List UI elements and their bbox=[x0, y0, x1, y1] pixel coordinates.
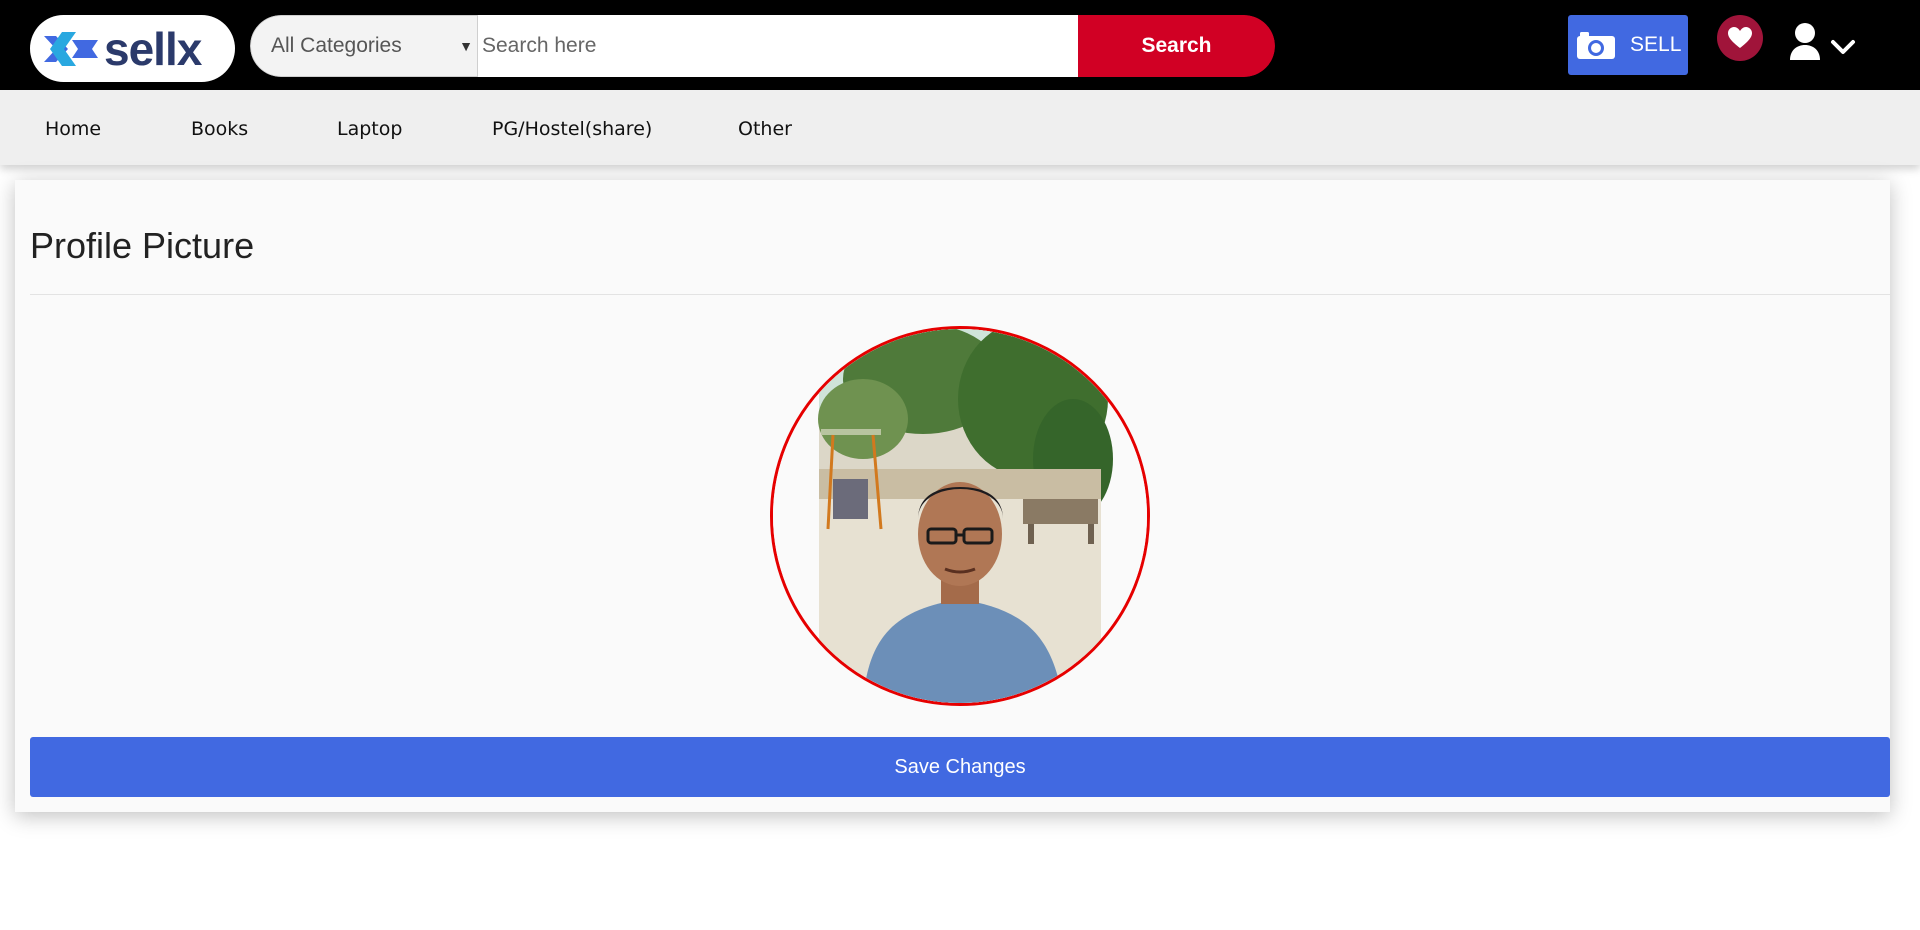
profile-avatar[interactable] bbox=[770, 326, 1150, 706]
search-bar: All Categories ▼ Search bbox=[250, 15, 1275, 77]
nav-item-home[interactable]: Home bbox=[45, 118, 101, 140]
category-select[interactable]: All Categories ▼ bbox=[250, 15, 478, 77]
logo-text: sellx bbox=[104, 22, 202, 75]
profile-photo bbox=[773, 329, 1147, 703]
sell-label: SELL bbox=[1630, 33, 1682, 56]
nav-item-laptop[interactable]: Laptop bbox=[337, 118, 402, 140]
camera-icon bbox=[1577, 32, 1615, 59]
divider bbox=[30, 294, 1890, 295]
nav-item-pg-hostel[interactable]: PG/Hostel(share) bbox=[492, 118, 652, 140]
category-selected-value: All Categories bbox=[271, 34, 402, 57]
page-title: Profile Picture bbox=[30, 225, 255, 266]
site-logo[interactable]: sellx bbox=[30, 15, 235, 82]
sellx-logo-icon bbox=[44, 31, 98, 66]
chevron-down-icon bbox=[1831, 40, 1855, 54]
heart-icon bbox=[1728, 27, 1752, 48]
profile-picture-card: Profile Picture Save Changes bbox=[15, 180, 1890, 812]
save-changes-button[interactable]: Save Changes bbox=[30, 737, 1890, 797]
favorites-button[interactable] bbox=[1717, 15, 1763, 61]
search-button[interactable]: Search bbox=[1078, 15, 1275, 77]
user-icon bbox=[1790, 23, 1820, 60]
search-input[interactable] bbox=[478, 15, 1078, 77]
top-bar: sellx All Categories ▼ Search SELL bbox=[0, 0, 1920, 90]
sell-button[interactable]: SELL bbox=[1568, 15, 1688, 75]
select-caret-icon: ▼ bbox=[459, 38, 473, 54]
category-nav: Home Books Laptop PG/Hostel(share) Other bbox=[0, 90, 1920, 165]
nav-item-other[interactable]: Other bbox=[738, 118, 792, 140]
nav-item-books[interactable]: Books bbox=[191, 118, 248, 140]
user-menu-button[interactable] bbox=[1788, 18, 1863, 66]
